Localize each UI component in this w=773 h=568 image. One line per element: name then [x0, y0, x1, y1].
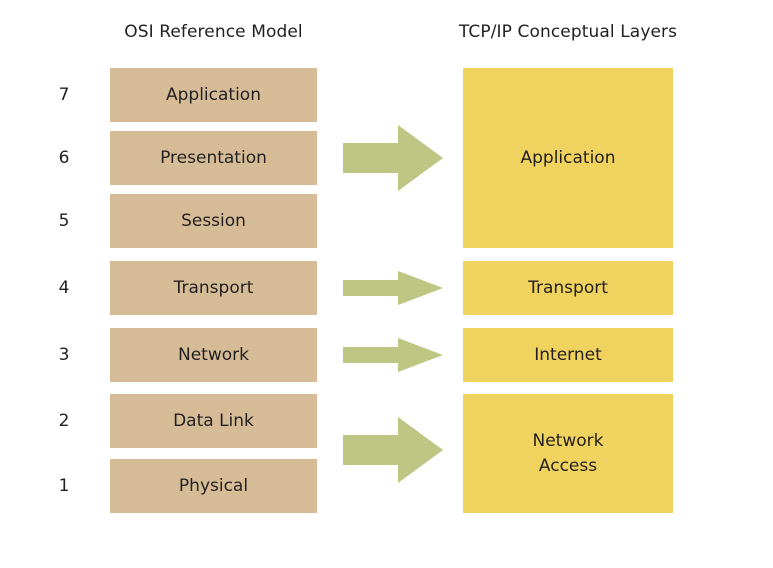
osi-layer-network: Network [110, 328, 317, 382]
layer-number-7: 7 [58, 85, 70, 105]
arrow-to-application [343, 122, 443, 194]
layer-number-5: 5 [58, 211, 70, 231]
layer-number-1: 1 [58, 476, 70, 496]
osi-layer-presentation: Presentation [110, 131, 317, 185]
osi-layer-physical: Physical [110, 459, 317, 513]
osi-layer-data-link: Data Link [110, 394, 317, 448]
layer-number-3: 3 [58, 345, 70, 365]
layer-number-4: 4 [58, 278, 70, 298]
tcpip-layer-application: Application [463, 68, 673, 248]
osi-column-heading: OSI Reference Model [124, 22, 303, 42]
network-access-line-1: Network [532, 430, 604, 451]
osi-layer-application: Application [110, 68, 317, 122]
arrow-to-internet [343, 337, 443, 373]
arrow-to-network-access [343, 414, 443, 486]
layer-number-6: 6 [58, 148, 70, 168]
osi-layer-transport: Transport [110, 261, 317, 315]
osi-layer-session: Session [110, 194, 317, 248]
network-access-line-2: Access [538, 455, 598, 476]
tcpip-layer-internet: Internet [463, 328, 673, 382]
layer-number-2: 2 [58, 411, 70, 431]
tcpip-column-heading: TCP/IP Conceptual Layers [458, 22, 678, 42]
tcpip-layer-transport: Transport [463, 261, 673, 315]
osi-tcpip-mapping-diagram: OSI Reference Model TCP/IP Conceptual La… [0, 0, 773, 568]
arrow-to-transport [343, 270, 443, 306]
tcpip-layer-network-access: Network Access [463, 394, 673, 513]
